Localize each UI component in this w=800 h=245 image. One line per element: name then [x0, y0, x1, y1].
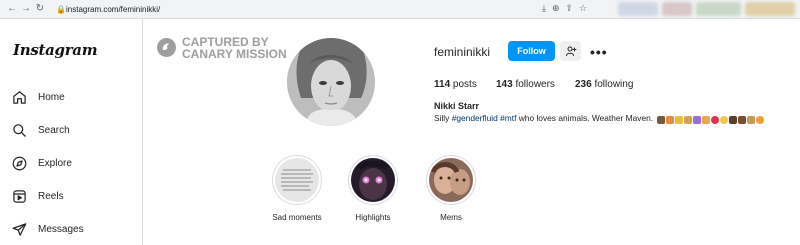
followers-count[interactable]: 143 followers [496, 79, 555, 90]
profile-full-name: Nikki Starr [434, 101, 480, 111]
extension-icon[interactable] [662, 2, 692, 16]
reload-icon[interactable]: ↻ [34, 3, 46, 15]
watermark-line: CANARY MISSION [182, 47, 287, 61]
forward-icon[interactable]: → [20, 3, 32, 15]
highlight-ring [348, 155, 398, 205]
hashtag-link[interactable]: #genderfluid [452, 113, 498, 123]
home-icon [13, 90, 26, 104]
sidebar-item-reels[interactable]: Reels [12, 187, 64, 205]
sidebar-item-label: Search [38, 124, 70, 136]
emoji-icon [684, 115, 693, 124]
extension-icon[interactable] [745, 2, 795, 16]
extension-icon[interactable] [618, 2, 658, 16]
sidebar-item-label: Explore [38, 157, 72, 169]
emoji-icon [657, 115, 666, 124]
profile-bio: Silly #genderfluid #mtf who loves animal… [434, 113, 765, 124]
stat-value: 114 [434, 79, 451, 90]
highlight-cover [429, 158, 473, 202]
emoji-icon [720, 115, 729, 124]
posts-count[interactable]: 114 posts [434, 79, 477, 90]
highlight-label: Sad moments [272, 213, 322, 222]
emoji-icon [729, 115, 738, 124]
extension-icon[interactable] [696, 2, 741, 16]
instagram-logo[interactable]: Instagram [13, 41, 98, 59]
sidebar-item-label: Messages [38, 223, 84, 235]
highlight-ring [272, 155, 322, 205]
search-icon [13, 123, 26, 137]
suggested-accounts-button[interactable] [560, 41, 581, 61]
more-options-icon[interactable]: ••• [590, 44, 608, 60]
stat-label: followers [515, 79, 555, 90]
hashtag-link[interactable]: #mtf [500, 113, 516, 123]
bird-icon [157, 38, 176, 57]
emoji-icon [675, 115, 684, 124]
follow-button[interactable]: Follow [508, 41, 555, 61]
bio-text: Silly [434, 113, 452, 123]
following-count[interactable]: 236 following [575, 79, 633, 90]
profile-username: femininikki [434, 45, 491, 59]
reels-icon [13, 189, 26, 203]
url-text: instagram.com/femininikki/ [66, 5, 161, 14]
stat-label: posts [452, 79, 477, 90]
heart-icon [711, 115, 720, 124]
highlight-ring [426, 155, 476, 205]
story-highlight[interactable]: Sad moments [271, 155, 323, 222]
address-bar-actions[interactable]: ⤓⊕⇪☆ [542, 3, 593, 14]
bio-text: who loves animals. Weather Maven. [516, 113, 656, 123]
messages-icon [12, 222, 27, 236]
sidebar-item-messages[interactable]: Messages [12, 220, 84, 238]
story-highlight[interactable]: Highlights [347, 155, 399, 222]
stat-value: 143 [496, 79, 513, 90]
profile-avatar[interactable] [287, 38, 375, 126]
emoji-icon [702, 115, 711, 124]
emoji-icon [666, 115, 675, 124]
bio-emoji-row [657, 114, 765, 124]
emoji-icon [693, 115, 702, 124]
highlight-cover [275, 158, 319, 202]
lock-icon[interactable]: 🔒 [56, 2, 66, 17]
emoji-icon [738, 115, 747, 124]
sidebar-item-home[interactable]: Home [12, 88, 65, 106]
sidebar-item-label: Home [38, 91, 65, 103]
stat-value: 236 [575, 79, 592, 90]
story-highlight[interactable]: Mems [425, 155, 477, 222]
add-user-icon [565, 46, 576, 56]
sidebar-item-search[interactable]: Search [12, 121, 70, 139]
sidebar-item-label: Reels [38, 190, 64, 202]
stat-label: following [594, 79, 634, 90]
sidebar-item-explore[interactable]: Explore [12, 154, 72, 172]
highlight-cover [351, 158, 395, 202]
emoji-icon [747, 115, 756, 124]
highlight-label: Mems [440, 213, 462, 222]
canary-mission-watermark: CAPTURED BY CANARY MISSION [157, 36, 287, 60]
sidebar: Instagram Home Search Explore Reels Mess… [0, 19, 143, 245]
back-icon[interactable]: ← [6, 3, 18, 15]
highlight-label: Highlights [355, 213, 391, 222]
compass-icon [12, 156, 27, 170]
browser-toolbar: ← → ↻ 🔒 instagram.com/femininikki/ ⤓⊕⇪☆ [0, 0, 800, 19]
emoji-icon [756, 115, 765, 124]
address-bar[interactable]: 🔒 instagram.com/femininikki/ [52, 2, 612, 17]
